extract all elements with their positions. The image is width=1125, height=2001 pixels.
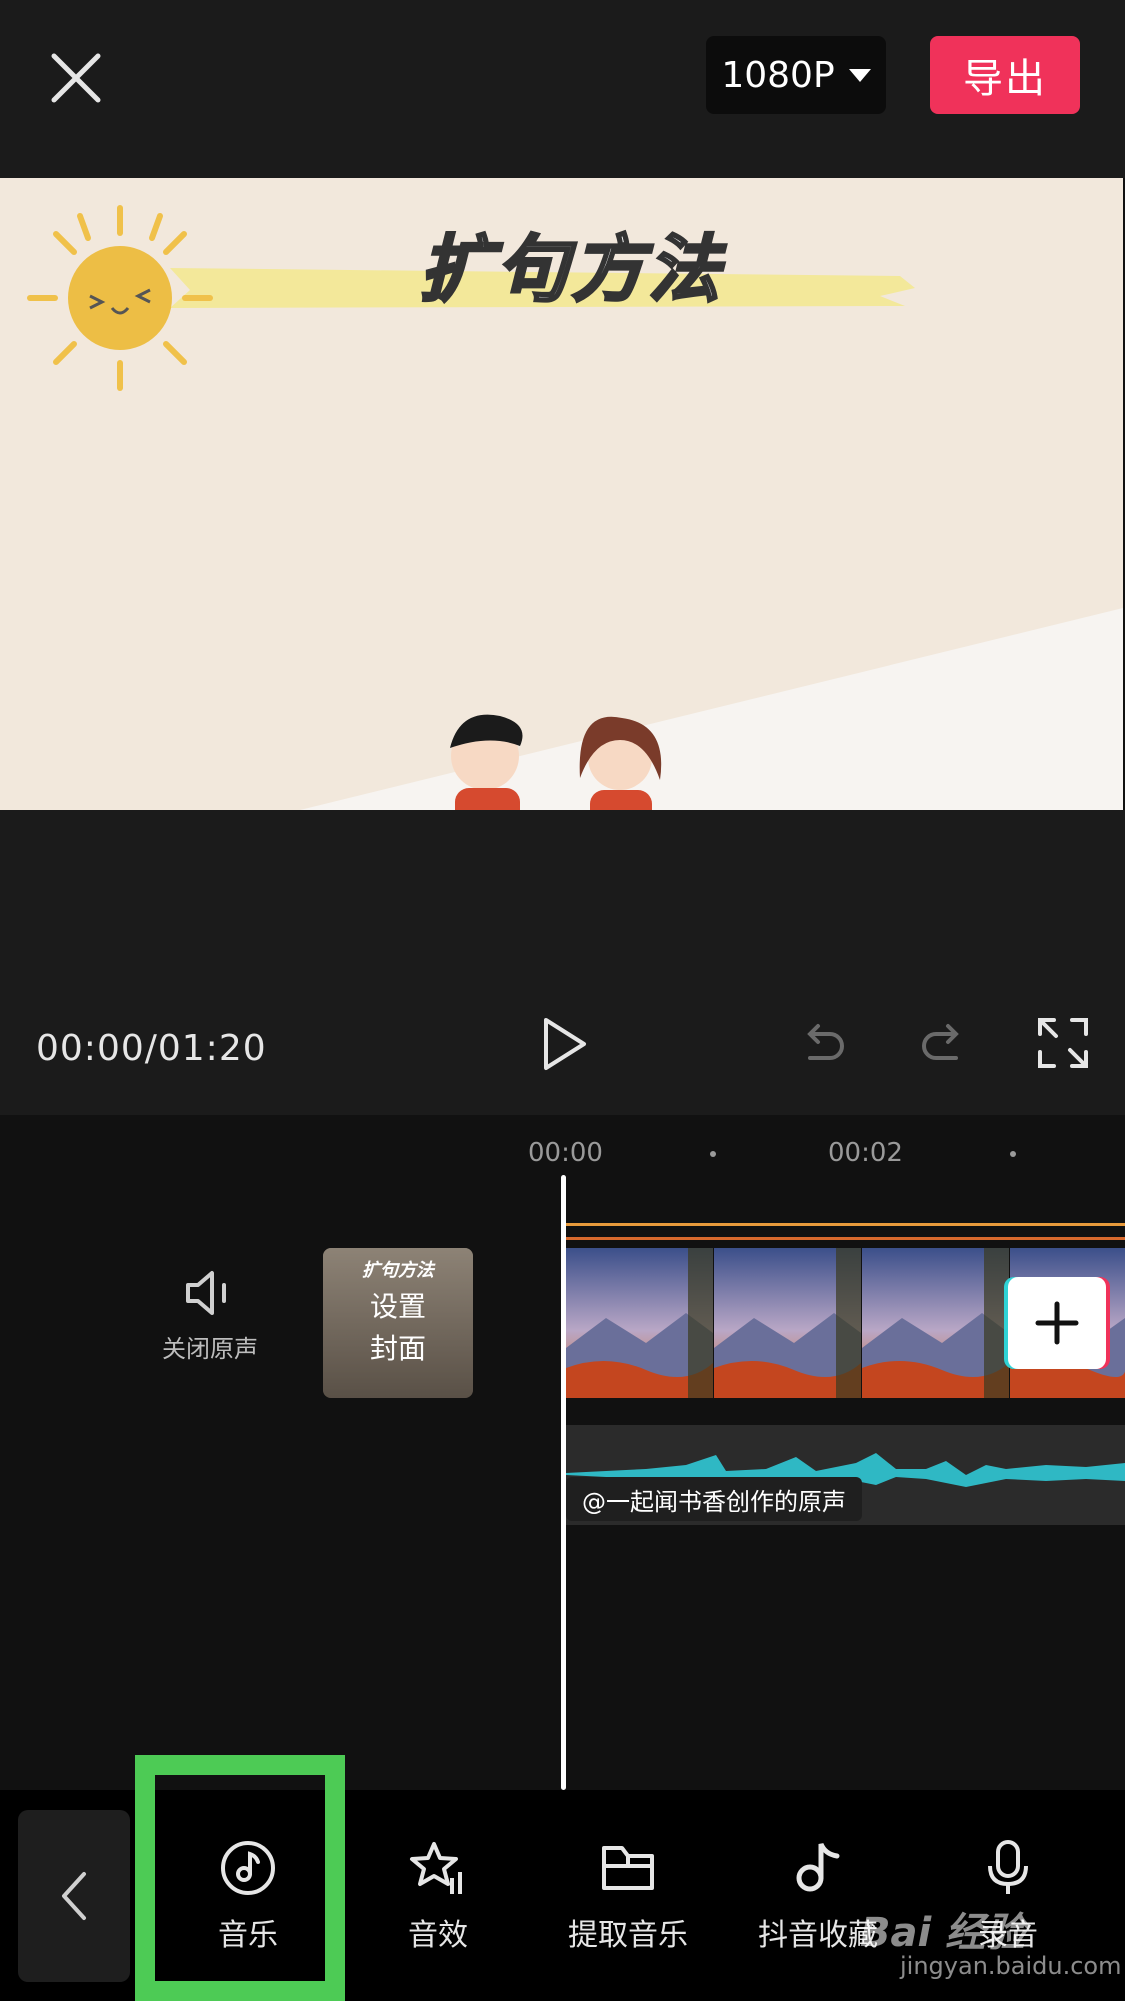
resolution-label: 1080P: [721, 54, 835, 96]
mute-label: 关闭原声: [162, 1335, 258, 1363]
resolution-dropdown[interactable]: 1080P: [706, 36, 886, 114]
toolbar-item-label: 音效: [408, 1918, 468, 1953]
selection-highlight-box: [135, 1755, 345, 2001]
top-bar: 1080P 导出: [0, 0, 1125, 178]
video-clip-thumbnail[interactable]: [566, 1248, 713, 1398]
chevron-down-icon: [848, 68, 871, 82]
toolbar-item-extract-music[interactable]: 提取音乐: [538, 1838, 718, 1954]
watermark-url: jingyan.baidu.com: [900, 1952, 1122, 1980]
track-marker-line: [566, 1237, 1125, 1240]
add-clip-button[interactable]: [1008, 1277, 1106, 1369]
speaker-icon: [182, 1265, 238, 1321]
video-clip-thumbnail[interactable]: [862, 1248, 1009, 1398]
timeline-tick: 00:02: [828, 1138, 903, 1168]
video-clip-thumbnail[interactable]: [714, 1248, 861, 1398]
timeline-tick: 00:00: [528, 1138, 603, 1168]
playhead[interactable]: [561, 1175, 566, 1790]
audio-source-label: @一起闻书香创作的原声: [566, 1477, 862, 1521]
cover-thumbnail-title: 扩句方法: [362, 1260, 434, 1281]
folder-icon: [598, 1838, 658, 1898]
sun-illustration: [27, 205, 213, 391]
sound-effect-icon: [408, 1838, 468, 1898]
kids-illustration: [450, 714, 662, 810]
toolbar-item-sound-effect[interactable]: 音效: [348, 1838, 528, 1954]
back-button[interactable]: [18, 1810, 130, 1982]
microphone-icon: [978, 1838, 1038, 1898]
video-title-text: 扩句方法: [418, 226, 725, 313]
chevron-left-icon: [62, 1872, 86, 1920]
cover-label-line2: 封面: [369, 1332, 426, 1365]
mute-original-button[interactable]: 关闭原声: [150, 1265, 270, 1364]
undo-icon[interactable]: [798, 1020, 848, 1070]
cover-label-line1: 设置: [369, 1290, 426, 1323]
close-icon[interactable]: [44, 46, 108, 110]
video-preview[interactable]: 扩句方法: [0, 178, 1123, 810]
watermark-logo: Bai 经验: [860, 1910, 1026, 1956]
track-marker-line: [566, 1223, 1125, 1226]
douyin-icon: [788, 1838, 848, 1898]
set-cover-button[interactable]: 扩句方法 设置 封面: [323, 1248, 473, 1398]
redo-icon[interactable]: [918, 1020, 968, 1070]
toolbar-item-label: 提取音乐: [568, 1918, 688, 1953]
play-icon[interactable]: [540, 1016, 590, 1072]
timeline-dot: [1010, 1151, 1016, 1157]
plus-icon: [1035, 1301, 1079, 1345]
timeline[interactable]: 00:00 00:02 关闭原声 扩句方法 设置 封面 @一起闻书香创作的原声: [0, 1115, 1125, 1790]
fullscreen-icon[interactable]: [1036, 1016, 1090, 1070]
playback-bar: 00:00/01:20: [0, 810, 1125, 1115]
export-button[interactable]: 导出: [930, 36, 1080, 114]
timecode: 00:00/01:20: [36, 1028, 267, 1069]
timeline-dot: [710, 1151, 716, 1157]
